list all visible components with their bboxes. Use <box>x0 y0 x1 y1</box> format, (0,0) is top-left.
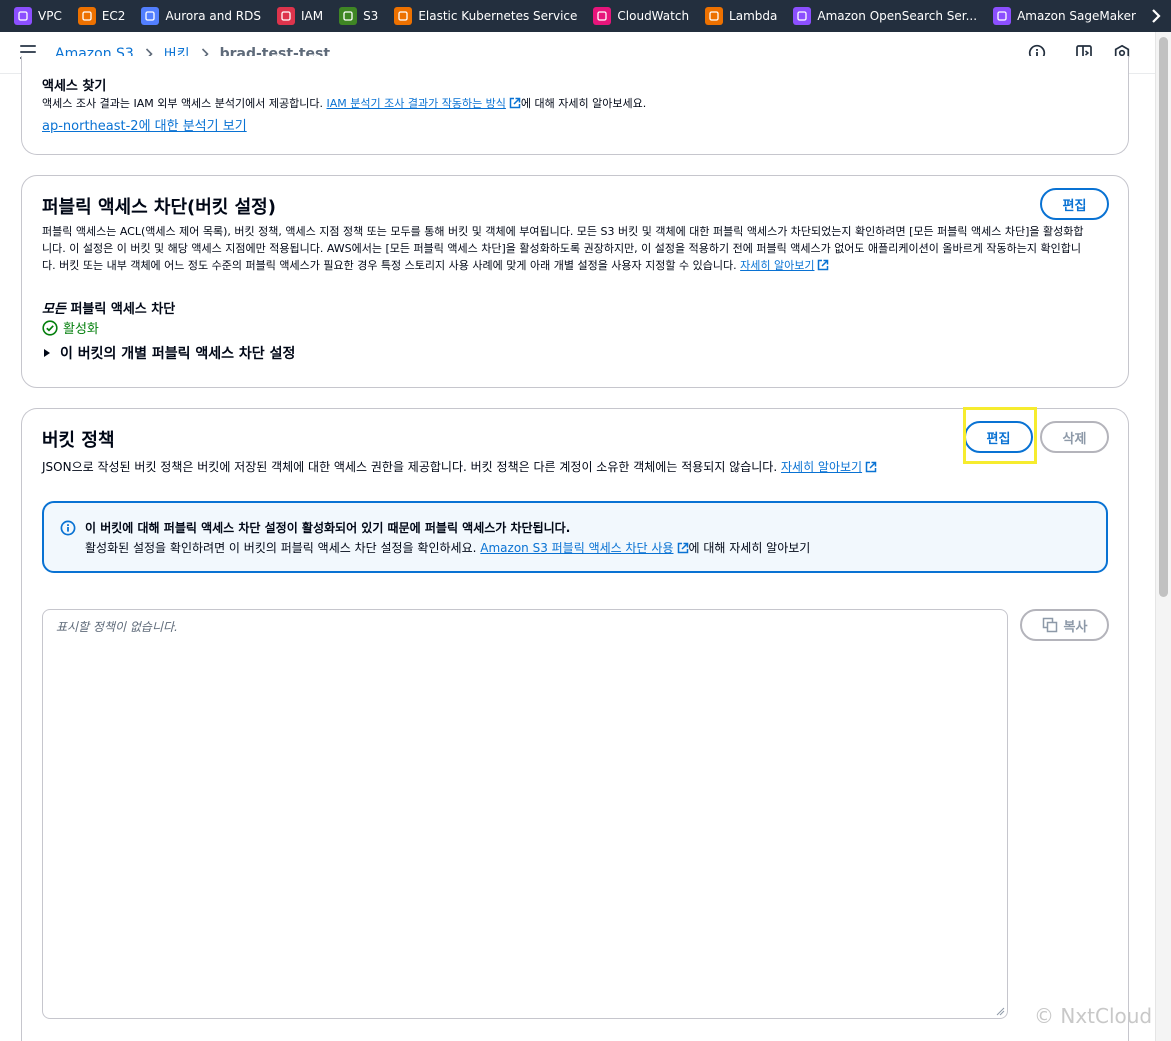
policy-placeholder: 표시할 정책이 없습니다. <box>56 620 178 634</box>
alert-text: 활성화된 설정을 확인하려면 이 버킷의 퍼블릭 액세스 차단 설정을 확인하세… <box>85 541 477 555</box>
block-all-label: 모든 퍼블릭 액세스 차단 <box>42 298 175 317</box>
watermark: © NxtCloud <box>1034 1004 1153 1028</box>
favorite-label: VPC <box>38 9 62 23</box>
desc-line: 니다. 이 설정은 이 버킷 및 해당 액세스 지점에만 적용됩니다. AWS에… <box>42 242 1081 255</box>
external-link-icon <box>509 97 521 109</box>
block-public-access-desc: 퍼블릭 액세스는 ACL(액세스 제어 목록), 버킷 정책, 액세스 지점 정… <box>42 223 1112 274</box>
favorite-label: Elastic Kubernetes Service <box>418 9 578 23</box>
favorite-item[interactable]: Amazon OpenSearch Ser... <box>793 7 977 25</box>
desc-text: JSON으로 작성된 버킷 정책은 버킷에 저장된 객체에 대한 액세스 권한을… <box>42 460 778 474</box>
highlight-box <box>963 407 1037 464</box>
access-finder-title: 액세스 찾기 <box>42 79 107 94</box>
favorite-item[interactable]: CloudWatch <box>593 7 689 25</box>
bucket-policy-title: 버킷 정책 <box>42 430 115 451</box>
service-icon <box>77 7 96 25</box>
block-public-access-panel: 퍼블릭 액세스 차단(버킷 설정) 편집 퍼블릭 액세스는 ACL(액세스 제어… <box>21 175 1129 388</box>
desc-text: 액세스 조사 결과는 IAM 외부 액세스 분석기에서 제공합니다. <box>42 97 323 110</box>
external-link-icon <box>865 461 877 473</box>
bucket-policy-delete-button[interactable]: 삭제 <box>1040 421 1109 453</box>
scrollbar-thumb[interactable] <box>1159 37 1168 597</box>
chevron-right-icon <box>1152 9 1161 23</box>
service-icon <box>14 7 32 25</box>
block-all-rest: 퍼블릭 액세스 차단 <box>65 302 176 317</box>
favorite-label: S3 <box>363 9 379 23</box>
service-icon <box>339 7 358 25</box>
favorite-label: Amazon OpenSearch Ser... <box>817 9 978 23</box>
favorite-item[interactable]: IAM <box>276 7 324 25</box>
copy-icon <box>1042 617 1057 633</box>
alert-body: 활성화된 설정을 확인하려면 이 버킷의 퍼블릭 액세스 차단 설정을 확인하세… <box>85 539 810 556</box>
service-icon <box>593 7 612 25</box>
favorite-item[interactable]: Amazon SageMaker <box>993 7 1136 25</box>
bucket-policy-desc: JSON으로 작성된 버킷 정책은 버킷에 저장된 객체에 대한 액세스 권한을… <box>42 458 877 475</box>
service-icon <box>141 7 160 25</box>
block-all-italic: 모든 <box>42 302 66 317</box>
info-alert: 이 버킷에 대해 퍼블릭 액세스 차단 설정이 활성화되어 있기 때문에 퍼블릭… <box>42 501 1108 573</box>
view-analyzer-link[interactable]: ap-northeast-2에 대한 분석기 보기 <box>42 115 247 134</box>
policy-editor[interactable]: 표시할 정책이 없습니다. <box>42 609 1008 1019</box>
copy-button[interactable]: 복사 <box>1020 609 1109 641</box>
success-check-icon <box>42 319 58 336</box>
bucket-policy-panel: 버킷 정책 편집 삭제 JSON으로 작성된 버킷 정책은 버킷에 저장된 객체… <box>21 408 1129 1041</box>
service-icon <box>793 7 812 25</box>
learn-more-link[interactable]: 자세히 알아보기 <box>740 259 814 272</box>
desc-text: 다. 버킷 또는 내부 객체에 어느 정도 수준의 퍼블릭 액세스가 필요한 경… <box>42 259 737 272</box>
expander-label: 이 버킷의 개별 퍼블릭 액세스 차단 설정 <box>60 346 296 362</box>
service-icon <box>993 7 1012 25</box>
external-link-icon <box>677 542 688 554</box>
access-finder-panel: 액세스 찾기 액세스 조사 결과는 IAM 외부 액세스 분석기에서 제공합니다… <box>21 56 1129 155</box>
block-public-access-doc-link[interactable]: Amazon S3 퍼블릭 액세스 차단 사용 <box>480 541 673 555</box>
favorite-item[interactable]: Aurora and RDS <box>141 7 261 25</box>
info-icon <box>60 520 76 536</box>
caret-right-icon <box>44 349 50 357</box>
iam-analyzer-link[interactable]: IAM 분석기 조사 결과가 작동하는 방식 <box>327 97 506 110</box>
service-icon <box>705 7 724 25</box>
learn-more-link[interactable]: 자세히 알아보기 <box>781 460 862 474</box>
service-icon <box>276 7 295 25</box>
status-indicator: 활성화 <box>42 318 99 337</box>
favorite-item[interactable]: S3 <box>339 7 378 25</box>
vertical-scrollbar[interactable] <box>1155 32 1171 1041</box>
favorite-item[interactable]: VPC <box>14 7 62 25</box>
favorite-label: Lambda <box>729 9 778 23</box>
favorites-more-button[interactable] <box>1141 0 1171 32</box>
favorite-label: IAM <box>300 9 324 23</box>
access-finder-desc: 액세스 조사 결과는 IAM 외부 액세스 분석기에서 제공합니다. IAM 분… <box>42 95 646 112</box>
favorite-label: EC2 <box>101 9 126 23</box>
block-public-access-title: 퍼블릭 액세스 차단(버킷 설정) <box>42 197 276 218</box>
favorite-label: Amazon SageMaker <box>1017 9 1136 23</box>
favorite-item[interactable]: Lambda <box>705 7 777 25</box>
resize-handle-icon[interactable] <box>995 1006 1005 1016</box>
favorite-item[interactable]: EC2 <box>77 7 126 25</box>
service-icon <box>394 7 413 25</box>
favorite-label: CloudWatch <box>617 9 690 23</box>
status-text: 활성화 <box>63 322 99 337</box>
desc-line: 다. 버킷 또는 내부 객체에 어느 정도 수준의 퍼블릭 액세스가 필요한 경… <box>42 257 1112 274</box>
favorite-item[interactable]: Elastic Kubernetes Service <box>394 7 577 25</box>
alert-text: 에 대해 자세히 알아보기 <box>688 541 811 555</box>
favorites-bar: VPC EC2 Aurora and RDS IAM S3 Elastic Kuberne… <box>0 0 1171 32</box>
copy-label: 복사 <box>1063 619 1088 635</box>
block-public-access-edit-button[interactable]: 편집 <box>1040 188 1109 220</box>
desc-text: 에 대해 자세히 알아보세요. <box>520 97 647 110</box>
alert-title: 이 버킷에 대해 퍼블릭 액세스 차단 설정이 활성화되어 있기 때문에 퍼블릭… <box>85 521 571 535</box>
external-link-icon <box>818 259 829 271</box>
desc-line: 퍼블릭 액세스는 ACL(액세스 제어 목록), 버킷 정책, 액세스 지점 정… <box>42 225 1084 238</box>
individual-settings-expander[interactable]: 이 버킷의 개별 퍼블릭 액세스 차단 설정 <box>42 343 295 363</box>
favorite-label: Aurora and RDS <box>165 9 261 23</box>
